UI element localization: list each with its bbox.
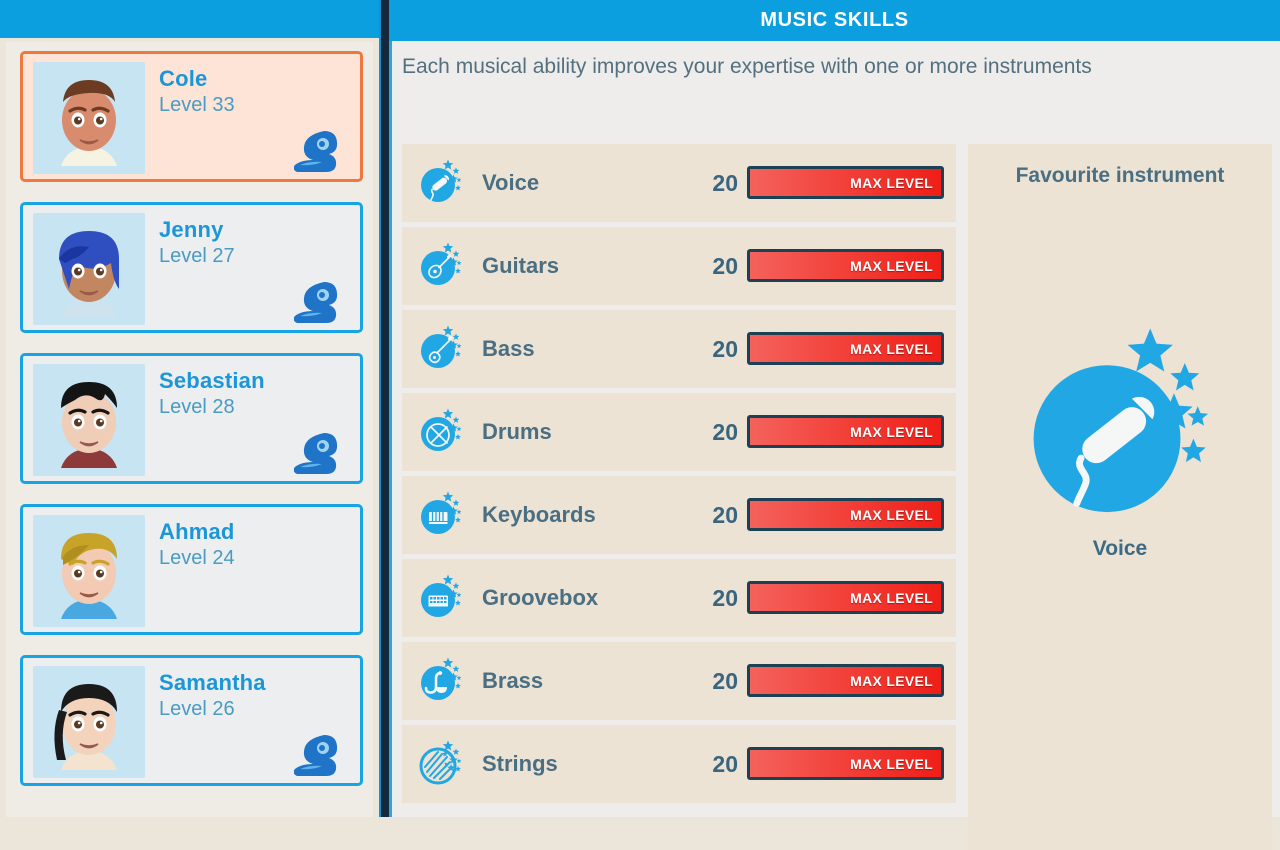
strings-icon	[416, 739, 466, 789]
avatar	[33, 364, 145, 476]
mascot-badge-icon	[294, 278, 346, 324]
skill-value: 20	[712, 501, 738, 528]
skill-value: 20	[712, 335, 738, 362]
avatar	[33, 213, 145, 325]
skill-name: Strings	[482, 751, 558, 776]
skill-value: 20	[712, 169, 738, 196]
piano-icon	[416, 490, 466, 540]
mascot-badge-icon	[294, 127, 346, 173]
skill-name: Bass	[482, 336, 535, 361]
avatar	[33, 515, 145, 627]
skill-progress-bar: MAX LEVEL	[747, 664, 944, 697]
skill-value: 20	[712, 252, 738, 279]
character-level: Level 26	[159, 698, 235, 720]
sidebar-topbar	[0, 0, 381, 38]
bass-guitar-icon	[416, 324, 466, 374]
max-level-label: MAX LEVEL	[850, 423, 933, 440]
character-name: Samantha	[159, 670, 266, 695]
skill-progress-bar: MAX LEVEL	[747, 498, 944, 531]
character-list: Cole Level 33 Jenny Level 27 Sebastian Level …	[6, 42, 373, 817]
skill-row[interactable]: Groovebox 20 MAX LEVEL	[402, 559, 956, 637]
skill-progress-bar: MAX LEVEL	[747, 581, 944, 614]
favourite-instrument-title: Favourite instrument	[1015, 164, 1225, 187]
character-name: Jenny	[159, 217, 224, 242]
skill-progress-bar: MAX LEVEL	[747, 166, 944, 199]
page-title: MUSIC SKILLS	[760, 9, 909, 31]
skill-name: Guitars	[482, 253, 560, 278]
character-card-jenny[interactable]: Jenny Level 27	[20, 202, 363, 333]
skill-value: 20	[712, 418, 738, 445]
skill-progress-bar: MAX LEVEL	[747, 415, 944, 448]
skill-progress-bar: MAX LEVEL	[747, 332, 944, 365]
drums-icon	[416, 407, 466, 457]
character-card-cole[interactable]: Cole Level 33	[20, 51, 363, 182]
microphone-icon	[416, 158, 466, 208]
character-name: Ahmad	[159, 519, 235, 544]
mascot-badge-icon	[294, 429, 346, 475]
skill-row[interactable]: Brass 20 MAX LEVEL	[402, 642, 956, 720]
skill-value: 20	[712, 750, 738, 777]
main-panel: Each musical ability improves your exper…	[392, 41, 1280, 850]
skill-row[interactable]: Strings 20 MAX LEVEL	[402, 725, 956, 803]
skill-name: Drums	[482, 419, 552, 444]
panel-divider	[381, 0, 389, 817]
character-name: Cole	[159, 66, 208, 91]
skill-row[interactable]: Voice 20 MAX LEVEL	[402, 144, 956, 222]
avatar	[33, 666, 145, 778]
guitar-icon	[416, 241, 466, 291]
mascot-badge-icon	[294, 731, 346, 777]
skill-progress-bar: MAX LEVEL	[747, 249, 944, 282]
skill-value: 20	[712, 667, 738, 694]
skill-row[interactable]: Keyboards 20 MAX LEVEL	[402, 476, 956, 554]
max-level-label: MAX LEVEL	[850, 672, 933, 689]
character-level: Level 24	[159, 547, 235, 569]
skill-name: Voice	[482, 170, 540, 195]
character-level: Level 28	[159, 396, 235, 418]
character-level: Level 27	[159, 245, 235, 267]
skill-row[interactable]: Bass 20 MAX LEVEL	[402, 310, 956, 388]
skill-row[interactable]: Guitars 20 MAX LEVEL	[402, 227, 956, 305]
avatar	[33, 62, 145, 174]
groovebox-icon	[416, 573, 466, 623]
skill-row[interactable]: Drums 20 MAX LEVEL	[402, 393, 956, 471]
max-level-label: MAX LEVEL	[850, 340, 933, 357]
skill-name: Brass	[482, 668, 544, 693]
max-level-label: MAX LEVEL	[850, 174, 933, 191]
favourite-instrument-panel: Favourite instrument Voice	[968, 144, 1272, 850]
skill-value: 20	[712, 584, 738, 611]
microphone-icon	[1005, 322, 1235, 538]
skill-name: Groovebox	[482, 585, 599, 610]
skill-name: Keyboards	[482, 502, 596, 527]
max-level-label: MAX LEVEL	[850, 589, 933, 606]
max-level-label: MAX LEVEL	[850, 506, 933, 523]
max-level-label: MAX LEVEL	[850, 755, 933, 772]
character-card-samantha[interactable]: Samantha Level 26	[20, 655, 363, 786]
skill-list: Voice 20 MAX LEVEL Guitars 20 MAX LEVEL Bass 20…	[402, 144, 956, 808]
character-card-ahmad[interactable]: Ahmad Level 24	[20, 504, 363, 635]
character-level: Level 33	[159, 94, 235, 116]
music-skills-screen: MUSIC SKILLS Cole Level 33 Jenny Level 27 Se…	[0, 0, 1280, 850]
saxophone-icon	[416, 656, 466, 706]
page-subtitle: Each musical ability improves your exper…	[402, 55, 1092, 78]
character-card-sebastian[interactable]: Sebastian Level 28	[20, 353, 363, 484]
max-level-label: MAX LEVEL	[850, 257, 933, 274]
favourite-instrument-name: Voice	[1092, 537, 1148, 560]
skill-progress-bar: MAX LEVEL	[747, 747, 944, 780]
character-name: Sebastian	[159, 368, 265, 393]
character-sidebar: Cole Level 33 Jenny Level 27 Sebastian Level …	[0, 38, 379, 817]
